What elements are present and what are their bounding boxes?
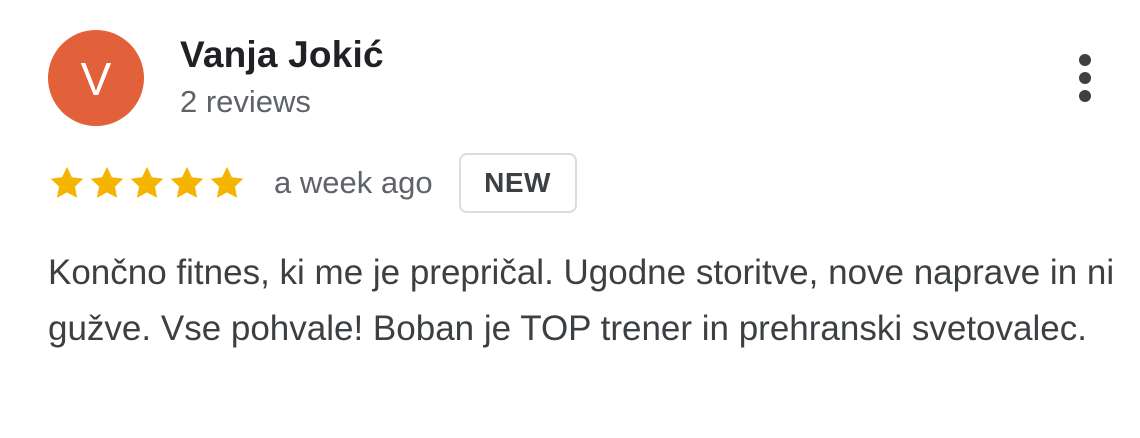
more-vert-icon-dot (1079, 72, 1091, 84)
review-text: Končno fitnes, ki me je prepričal. Ugodn… (48, 253, 1115, 348)
star-icon (130, 166, 164, 198)
avatar-initial: V (80, 53, 112, 105)
avatar[interactable]: V (48, 30, 144, 126)
more-vert-icon-dot (1079, 54, 1091, 66)
rating-row: a week ago NEW (48, 150, 577, 216)
star-icon (210, 166, 244, 198)
review-count[interactable]: 2 reviews (180, 84, 311, 120)
review-card: V Vanja Jokić 2 reviews a week ago NEW K… (0, 0, 1140, 438)
review-time: a week ago (274, 165, 433, 200)
more-options-button[interactable] (1062, 48, 1108, 108)
star-icon (170, 166, 204, 198)
star-icon (90, 166, 124, 198)
author-name[interactable]: Vanja Jokić (180, 34, 384, 76)
more-vert-icon-dot (1079, 90, 1091, 102)
star-rating (48, 164, 248, 202)
new-badge: NEW (458, 153, 577, 213)
star-icon (50, 166, 84, 198)
